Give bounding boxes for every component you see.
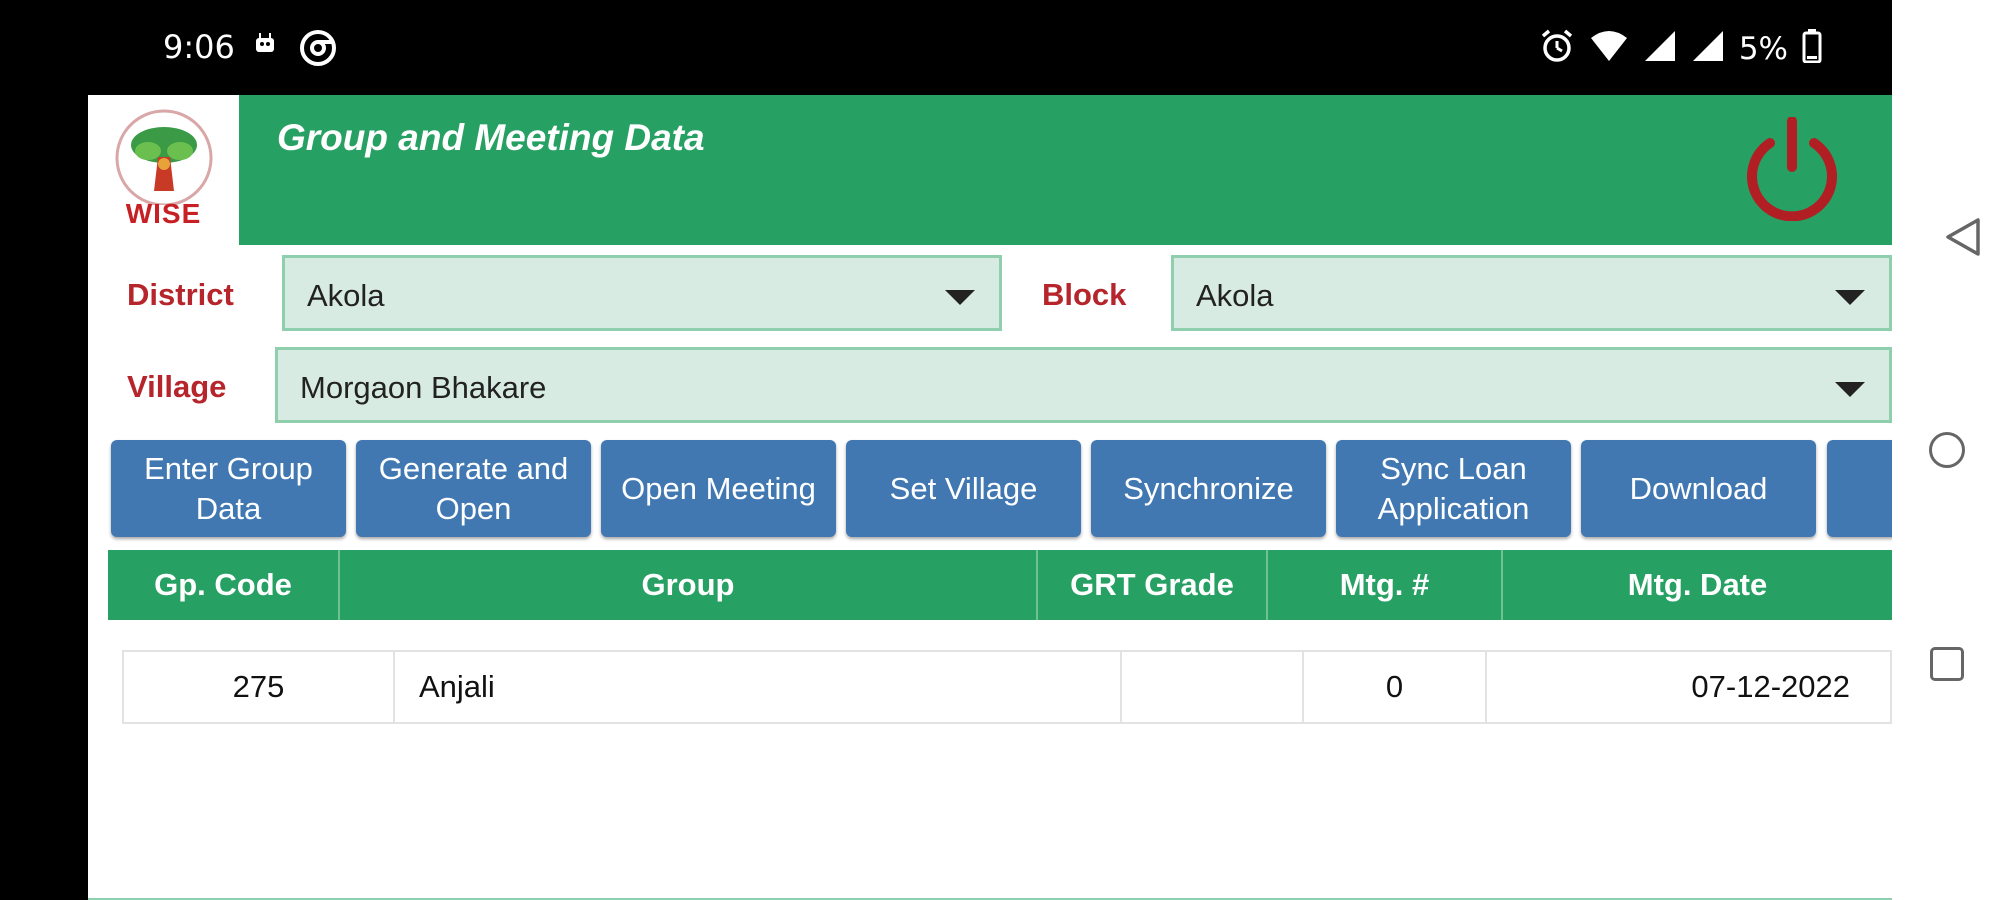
- set-village-button[interactable]: Set Village: [846, 440, 1081, 537]
- power-button[interactable]: [1740, 116, 1844, 222]
- enter-group-data-button[interactable]: Enter Group Data: [111, 440, 346, 537]
- column-header-mtg-no: Mtg. #: [1268, 550, 1503, 620]
- column-header-group: Group: [340, 550, 1038, 620]
- status-time: 9:06: [163, 28, 235, 66]
- back-icon[interactable]: [1944, 217, 1982, 262]
- page-title: Group and Meeting Data: [277, 117, 705, 158]
- signal-icon: [1691, 29, 1725, 68]
- wise-logo: WISE: [88, 95, 239, 245]
- cell-grt-grade: [1122, 652, 1304, 722]
- column-header-mtg-date: Mtg. Date: [1627, 567, 1768, 602]
- table-row[interactable]: 275 Anjali 0 07-12-2022: [122, 650, 1892, 724]
- generate-and-open-button[interactable]: Generate and Open: [356, 440, 591, 537]
- wifi-icon: [1589, 29, 1629, 68]
- chevron-down-icon: [945, 290, 975, 305]
- table-header: Gp. Code Group GRT Grade Mtg. # Mtg. Dat…: [108, 550, 1892, 620]
- cell-mtg-no: 0: [1304, 652, 1487, 722]
- column-header-gp-code: Gp. Code: [108, 550, 340, 620]
- app-window: WISE Group and Meeting Data District Ako…: [88, 95, 1892, 900]
- block-selected: Akola: [1196, 278, 1274, 313]
- status-bar: 9:06 5%: [0, 0, 1892, 95]
- download-button[interactable]: Download: [1581, 440, 1816, 537]
- village-selected: Morgaon Bhakare: [300, 370, 547, 405]
- logo-text: WISE: [125, 198, 202, 229]
- open-meeting-button[interactable]: Open Meeting: [601, 440, 836, 537]
- home-icon[interactable]: [1929, 432, 1965, 468]
- cell-group: Anjali: [395, 652, 1122, 722]
- village-label: Village: [127, 369, 227, 404]
- recent-apps-icon[interactable]: [1930, 647, 1964, 681]
- district-selected: Akola: [307, 278, 385, 313]
- signal-icon: [1643, 29, 1677, 68]
- chrome-icon: [300, 30, 336, 71]
- synchronize-button[interactable]: Synchronize: [1091, 440, 1326, 537]
- overflow-toolbar-button[interactable]: [1827, 440, 1892, 537]
- district-label: District: [127, 277, 234, 312]
- cell-mtg-date: 07-12-2022: [1691, 669, 1850, 704]
- power-icon: [1747, 116, 1837, 222]
- cell-gp-code: 275: [124, 652, 395, 722]
- district-dropdown[interactable]: Akola: [282, 255, 1002, 331]
- battery-icon: [1802, 29, 1822, 68]
- sync-loan-application-button[interactable]: Sync Loan Application: [1336, 440, 1571, 537]
- status-icons: 5%: [1539, 28, 1822, 69]
- column-header-grt-grade: GRT Grade: [1038, 550, 1268, 620]
- chevron-down-icon: [1835, 382, 1865, 397]
- block-dropdown[interactable]: Akola: [1171, 255, 1892, 331]
- app-header: WISE Group and Meeting Data: [88, 95, 1892, 245]
- village-dropdown[interactable]: Morgaon Bhakare: [275, 347, 1892, 423]
- android-notification-icon: [253, 30, 277, 63]
- battery-percent: 5%: [1738, 30, 1788, 67]
- alarm-icon: [1539, 28, 1575, 69]
- chevron-down-icon: [1835, 290, 1865, 305]
- block-label: Block: [1042, 277, 1127, 312]
